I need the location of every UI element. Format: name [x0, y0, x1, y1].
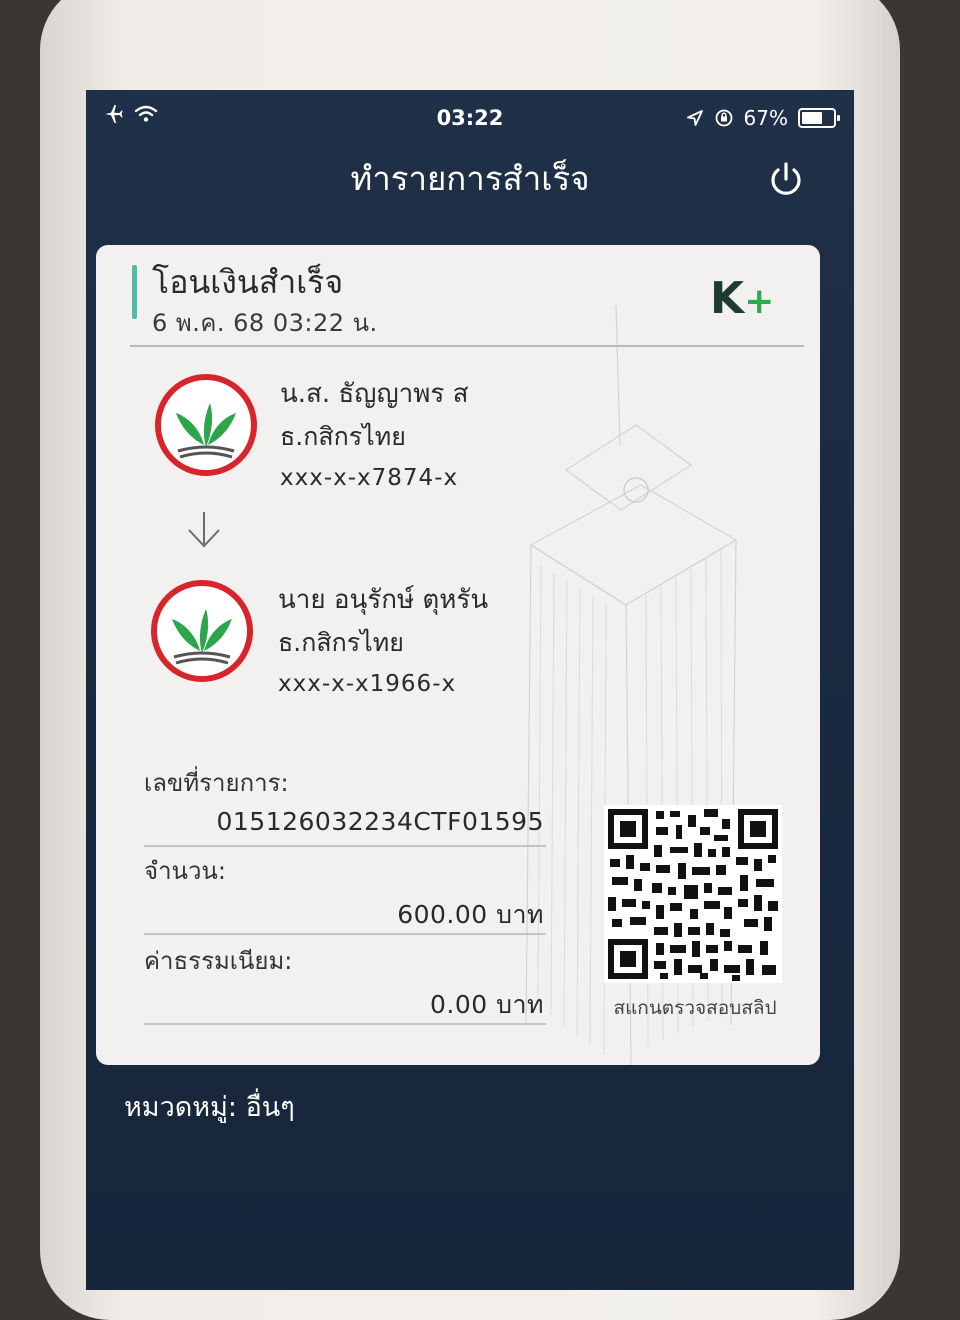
fee-value: 0.00 บาท	[430, 990, 544, 1019]
page-title: ทำรายการสำเร็จ	[350, 159, 590, 198]
status-bar: 03:22 67%	[86, 90, 854, 140]
battery-percent: 67%	[743, 106, 788, 130]
category-label[interactable]: หมวดหมู่: อื่นๆ	[124, 1085, 295, 1128]
app-screen: 03:22 67% ทำรายการสำเร็จ โอนเงินสำเร็จ 6…	[86, 90, 854, 1290]
verification-qr-code[interactable]	[604, 805, 782, 983]
battery-fill	[802, 112, 822, 124]
qr-code-icon	[608, 809, 778, 981]
kplus-logo-text: K+	[710, 273, 774, 319]
header-divider	[130, 345, 804, 347]
heading-accent-bar	[132, 265, 137, 319]
fee-divider	[144, 1023, 546, 1025]
reference-value: 015126032234CTF01595	[216, 807, 544, 836]
sender-bank: ธ.กสิกรไทย	[280, 422, 406, 451]
sender-name: น.ส. ธัญญาพร ส	[280, 379, 469, 409]
reference-label: เลขที่รายการ:	[144, 769, 289, 797]
fee-label: ค่าธรรมเนียม:	[144, 947, 293, 975]
receiver-bank: ธ.กสิกรไทย	[278, 628, 404, 657]
receiver-account: xxx-x-x1966-x	[278, 671, 457, 697]
battery-icon	[798, 108, 840, 128]
transfer-slip: โอนเงินสำเร็จ 6 พ.ค. 68 03:22 น. K+ น.ส.…	[96, 245, 820, 1065]
arrow-down-icon	[188, 512, 220, 548]
slip-heading: โอนเงินสำเร็จ	[152, 263, 344, 301]
location-icon	[686, 110, 703, 126]
receiver-name: นาย อนุรักษ์ ตุหรัน	[278, 585, 489, 615]
reference-divider	[144, 845, 546, 847]
kbank-logo	[155, 374, 257, 476]
power-icon[interactable]	[766, 160, 806, 200]
amount-label: จำนวน:	[144, 857, 226, 885]
slip-datetime: 6 พ.ค. 68 03:22 น.	[152, 309, 378, 337]
amount-divider	[144, 933, 546, 935]
sender-account: xxx-x-x7874-x	[280, 465, 459, 491]
kbank-logo	[151, 580, 253, 682]
amount-value: 600.00 บาท	[397, 900, 544, 929]
qr-caption: สแกนตรวจสอบสลิป	[613, 997, 777, 1019]
kplus-logo: K+	[710, 273, 774, 319]
orientation-lock-icon	[715, 109, 732, 127]
